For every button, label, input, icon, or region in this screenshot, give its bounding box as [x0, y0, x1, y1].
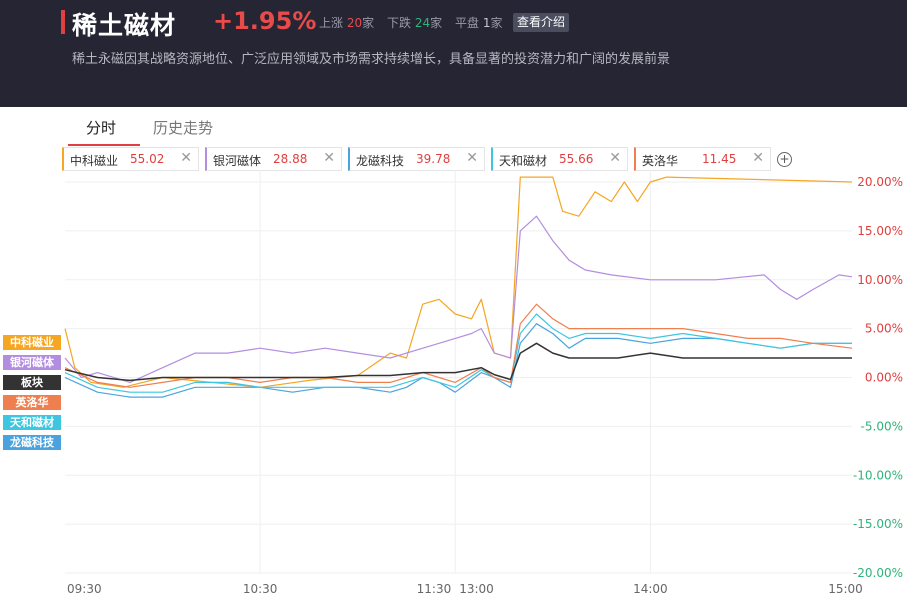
x-tick-label: 11:30	[417, 582, 452, 596]
down-unit: 家	[430, 16, 443, 30]
title-accent-bar	[61, 10, 65, 34]
up-label: 上涨	[319, 16, 344, 30]
sector-header: 稀土磁材 +1.95% 上涨 20家 下跌 24家 平盘 1家 查看介绍 稀土永…	[0, 0, 907, 107]
legend-item-longci[interactable]: 龙磁科技 39.78 ✕	[348, 147, 485, 171]
active-tab-underline	[68, 144, 140, 146]
y-tick-label: 15.00%	[857, 224, 903, 238]
series-line	[64, 342, 852, 382]
view-intro-button[interactable]: 查看介绍	[513, 13, 570, 32]
x-tick-label: 15:00	[828, 582, 863, 596]
y-tick-label: 20.00%	[857, 175, 903, 189]
legend-value: 11.45	[702, 152, 737, 166]
add-circle-icon[interactable]: +	[777, 152, 792, 167]
x-tick-label: 13:00	[459, 582, 494, 596]
y-tick-label: 10.00%	[857, 273, 903, 287]
sector-description: 稀土永磁因其战略资源地位、广泛应用领域及市场需求持续增长，具备显著的投资潜力和广…	[72, 52, 671, 67]
up-stat: 上涨 20家	[319, 14, 374, 31]
legend-name: 银河磁体	[213, 154, 262, 168]
legend-item-zhongke[interactable]: 中科磁业 55.02 ✕	[62, 147, 199, 171]
legend-item-yingluohua[interactable]: 英洛华 11.45 ✕	[634, 147, 771, 171]
legend-name: 龙磁科技	[356, 154, 405, 168]
legend-name: 英洛华	[642, 154, 679, 168]
x-tick-label: 09:30	[67, 582, 102, 596]
legend-value: 55.02	[130, 152, 165, 166]
y-tick-label: -20.00%	[853, 566, 903, 580]
y-tick-label: -10.00%	[853, 468, 903, 482]
series-line	[64, 176, 853, 388]
legend-item-yinhe[interactable]: 银河磁体 28.88 ✕	[205, 147, 342, 171]
x-tick-label: 10:30	[243, 582, 278, 596]
close-icon[interactable]: ✕	[752, 150, 764, 166]
tab-history[interactable]: 历史走势	[153, 117, 213, 138]
legend-value: 55.66	[559, 152, 594, 166]
legend-name: 中科磁业	[70, 154, 119, 168]
y-tick-label: -15.00%	[853, 517, 903, 531]
down-label: 下跌	[387, 16, 412, 30]
close-icon[interactable]: ✕	[466, 150, 478, 166]
down-stat: 下跌 24家	[387, 14, 442, 31]
legend-value: 28.88	[273, 152, 308, 166]
sector-title: 稀土磁材	[72, 11, 177, 40]
y-tick-label: -5.00%	[861, 419, 903, 433]
close-icon[interactable]: ✕	[609, 150, 621, 166]
y-tick-label: 5.00%	[865, 322, 903, 336]
up-unit: 家	[362, 16, 375, 30]
tab-intraday[interactable]: 分时	[86, 117, 116, 138]
legend-value: 39.78	[416, 152, 451, 166]
down-count: 24	[414, 16, 431, 30]
close-icon[interactable]: ✕	[323, 150, 335, 166]
legend-item-tianhe[interactable]: 天和磁材 55.66 ✕	[491, 147, 628, 171]
y-tick-label: 0.00%	[865, 371, 903, 385]
close-icon[interactable]: ✕	[180, 150, 192, 166]
flat-stat: 平盘 1家	[455, 14, 503, 31]
flat-label: 平盘	[455, 16, 480, 30]
sector-change: +1.95%	[213, 7, 317, 35]
series-line	[64, 303, 853, 388]
x-tick-label: 14:00	[633, 582, 668, 596]
up-count: 20	[346, 16, 363, 30]
intraday-chart: 20.00% 15.00% 10.00% 5.00% 0.00% -5.00% -10.00…	[64, 170, 903, 596]
flat-unit: 家	[490, 16, 503, 30]
legend-name: 天和磁材	[499, 154, 548, 168]
